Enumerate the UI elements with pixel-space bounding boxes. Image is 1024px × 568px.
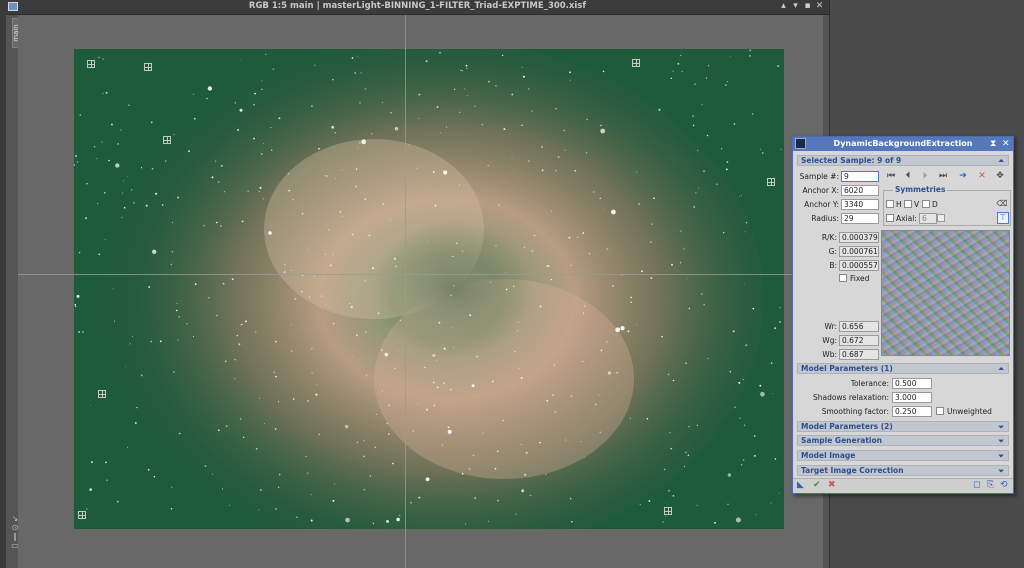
wr-field: 0.656 — [839, 321, 879, 332]
dbe-bottom-bar: ◣ ✔ ✖ ◻ ⎘ ⟲ — [793, 478, 1013, 493]
wr-label: Wr: — [824, 322, 837, 331]
anchor-x-label: Anchor X: — [802, 186, 839, 195]
sample-marker[interactable] — [163, 136, 171, 144]
astro-image[interactable] — [74, 49, 784, 529]
g-field: 0.000761 — [839, 246, 879, 257]
axial-label: Axial: — [896, 214, 917, 223]
rk-label: R/K: — [821, 233, 837, 242]
sample-marker[interactable] — [767, 178, 775, 186]
radius-label: Radius: — [811, 214, 839, 223]
expand-icon[interactable]: ⏷ — [998, 451, 1004, 461]
b-label: B: — [829, 261, 837, 270]
image-canvas-background[interactable] — [18, 15, 823, 568]
move-sample-icon[interactable]: ✥ — [994, 171, 1006, 182]
wb-label: Wb: — [822, 350, 837, 359]
sym-v-label: V — [914, 200, 920, 209]
expand-icon[interactable]: ⏷ — [998, 466, 1004, 476]
anchor-y-label: Anchor Y: — [804, 200, 839, 209]
sym-h-label: H — [896, 200, 902, 209]
expand-icon[interactable]: ⏷ — [998, 436, 1004, 446]
wg-label: Wg: — [822, 336, 837, 345]
model-parameters-1-section[interactable]: Model Parameters (1) ⏶ — [797, 363, 1009, 374]
image-window-titlebar[interactable]: RGB 1:5 main | masterLight-BINNING_1-FIL… — [6, 0, 829, 15]
anchor-y-field[interactable]: 3340 — [841, 199, 879, 210]
model-image-section[interactable]: Model Image ⏷ — [797, 450, 1009, 461]
unweighted-checkbox[interactable] — [936, 407, 944, 415]
shadows-relaxation-field[interactable]: 3.000 — [892, 392, 932, 403]
nebula-core — [374, 219, 534, 359]
minimize-icon[interactable]: ▾ — [790, 1, 801, 12]
anchor-x-field[interactable]: 6020 — [841, 185, 879, 196]
axial-checkbox[interactable] — [886, 214, 894, 222]
axial-spin-icon[interactable] — [937, 214, 945, 222]
target-image-correction-section[interactable]: Target Image Correction ⏷ — [797, 465, 1009, 476]
shade-icon[interactable]: ▴ — [778, 1, 789, 12]
tolerance-label: Tolerance: — [850, 379, 889, 388]
sample-marker[interactable] — [78, 511, 86, 519]
symmetry-v-checkbox[interactable] — [904, 200, 912, 208]
new-instance-icon[interactable]: ◣ — [797, 480, 804, 491]
maximize-icon[interactable]: ▪ — [802, 1, 813, 12]
model-parameters-2-section[interactable]: Model Parameters (2) ⏷ — [797, 421, 1009, 432]
browse-docs-icon[interactable]: ◻ — [973, 480, 980, 491]
dbe-title: DynamicBackgroundExtraction — [833, 139, 973, 148]
close-icon[interactable]: ✕ — [1002, 139, 1010, 149]
clear-symmetry-icon[interactable]: ⌫ — [996, 198, 1008, 209]
fixed-label: Fixed — [850, 274, 870, 283]
close-icon[interactable]: ✕ — [814, 1, 825, 12]
collapse-icon[interactable]: ⏶ — [998, 364, 1004, 374]
smoothing-factor-field[interactable]: 0.250 — [892, 406, 932, 417]
sample-marker[interactable] — [144, 63, 152, 71]
smoothing-factor-label: Smoothing factor: — [821, 407, 889, 416]
sample-marker[interactable] — [87, 60, 95, 68]
expand-icon[interactable]: ⏷ — [998, 422, 1004, 432]
sample-label: Sample #: — [799, 172, 839, 181]
sample-generation-section[interactable]: Sample Generation ⏷ — [797, 435, 1009, 446]
image-window-title: RGB 1:5 main | masterLight-BINNING_1-FIL… — [248, 1, 587, 11]
cursor-crosshair-horizontal — [18, 274, 823, 275]
wg-field: 0.672 — [839, 335, 879, 346]
previous-sample-icon[interactable]: ⏴ — [902, 171, 914, 182]
apply-icon[interactable]: ✔ — [813, 480, 821, 491]
b-field: 0.000557 — [839, 260, 879, 271]
tolerance-field[interactable]: 0.500 — [892, 378, 932, 389]
unweighted-label: Unweighted — [947, 407, 992, 416]
cancel-icon[interactable]: ✖ — [828, 480, 836, 491]
fixed-checkbox[interactable] — [839, 274, 847, 282]
sample-marker[interactable] — [98, 390, 106, 398]
wb-field: 0.687 — [839, 349, 879, 360]
fit-view-icon[interactable]: ⊤ — [997, 212, 1009, 224]
sym-d-label: D — [932, 200, 938, 209]
radius-field[interactable]: 29 — [841, 213, 879, 224]
sample-marker[interactable] — [664, 507, 672, 515]
rk-field: 0.000379 — [839, 232, 879, 243]
g-label: G: — [828, 247, 837, 256]
next-sample-icon[interactable]: ⏵ — [919, 171, 931, 182]
dbe-titlebar[interactable]: DynamicBackgroundExtraction ⧗ ✕ — [793, 137, 1013, 151]
first-sample-icon[interactable]: ⏮ — [885, 171, 897, 182]
shadows-relaxation-label: Shadows relaxation: — [812, 393, 889, 402]
last-sample-icon[interactable]: ⏭ — [937, 171, 949, 182]
symmetry-d-checkbox[interactable] — [922, 200, 930, 208]
axial-field[interactable]: 6 — [919, 213, 937, 224]
dbe-dialog: DynamicBackgroundExtraction ⧗ ✕ Selected… — [792, 136, 1014, 494]
symmetries-label: Symmetries — [893, 185, 948, 194]
delete-sample-icon[interactable]: ✕ — [976, 171, 988, 182]
go-to-sample-icon[interactable]: ➔ — [957, 171, 969, 182]
shade-icon[interactable]: ⧗ — [990, 139, 996, 149]
sample-preview — [881, 230, 1010, 356]
sample-number-field[interactable]: 9 — [841, 171, 879, 182]
cursor-crosshair-vertical — [405, 15, 406, 568]
collapse-icon[interactable]: ⏶ — [998, 156, 1004, 166]
sample-marker[interactable] — [632, 59, 640, 67]
reset-icon[interactable]: ⟲ — [1000, 480, 1008, 491]
symmetry-h-checkbox[interactable] — [886, 200, 894, 208]
track-view-icon[interactable]: ⎘ — [987, 480, 994, 491]
selected-sample-section[interactable]: Selected Sample: 9 of 9 ⏶ — [797, 155, 1009, 166]
